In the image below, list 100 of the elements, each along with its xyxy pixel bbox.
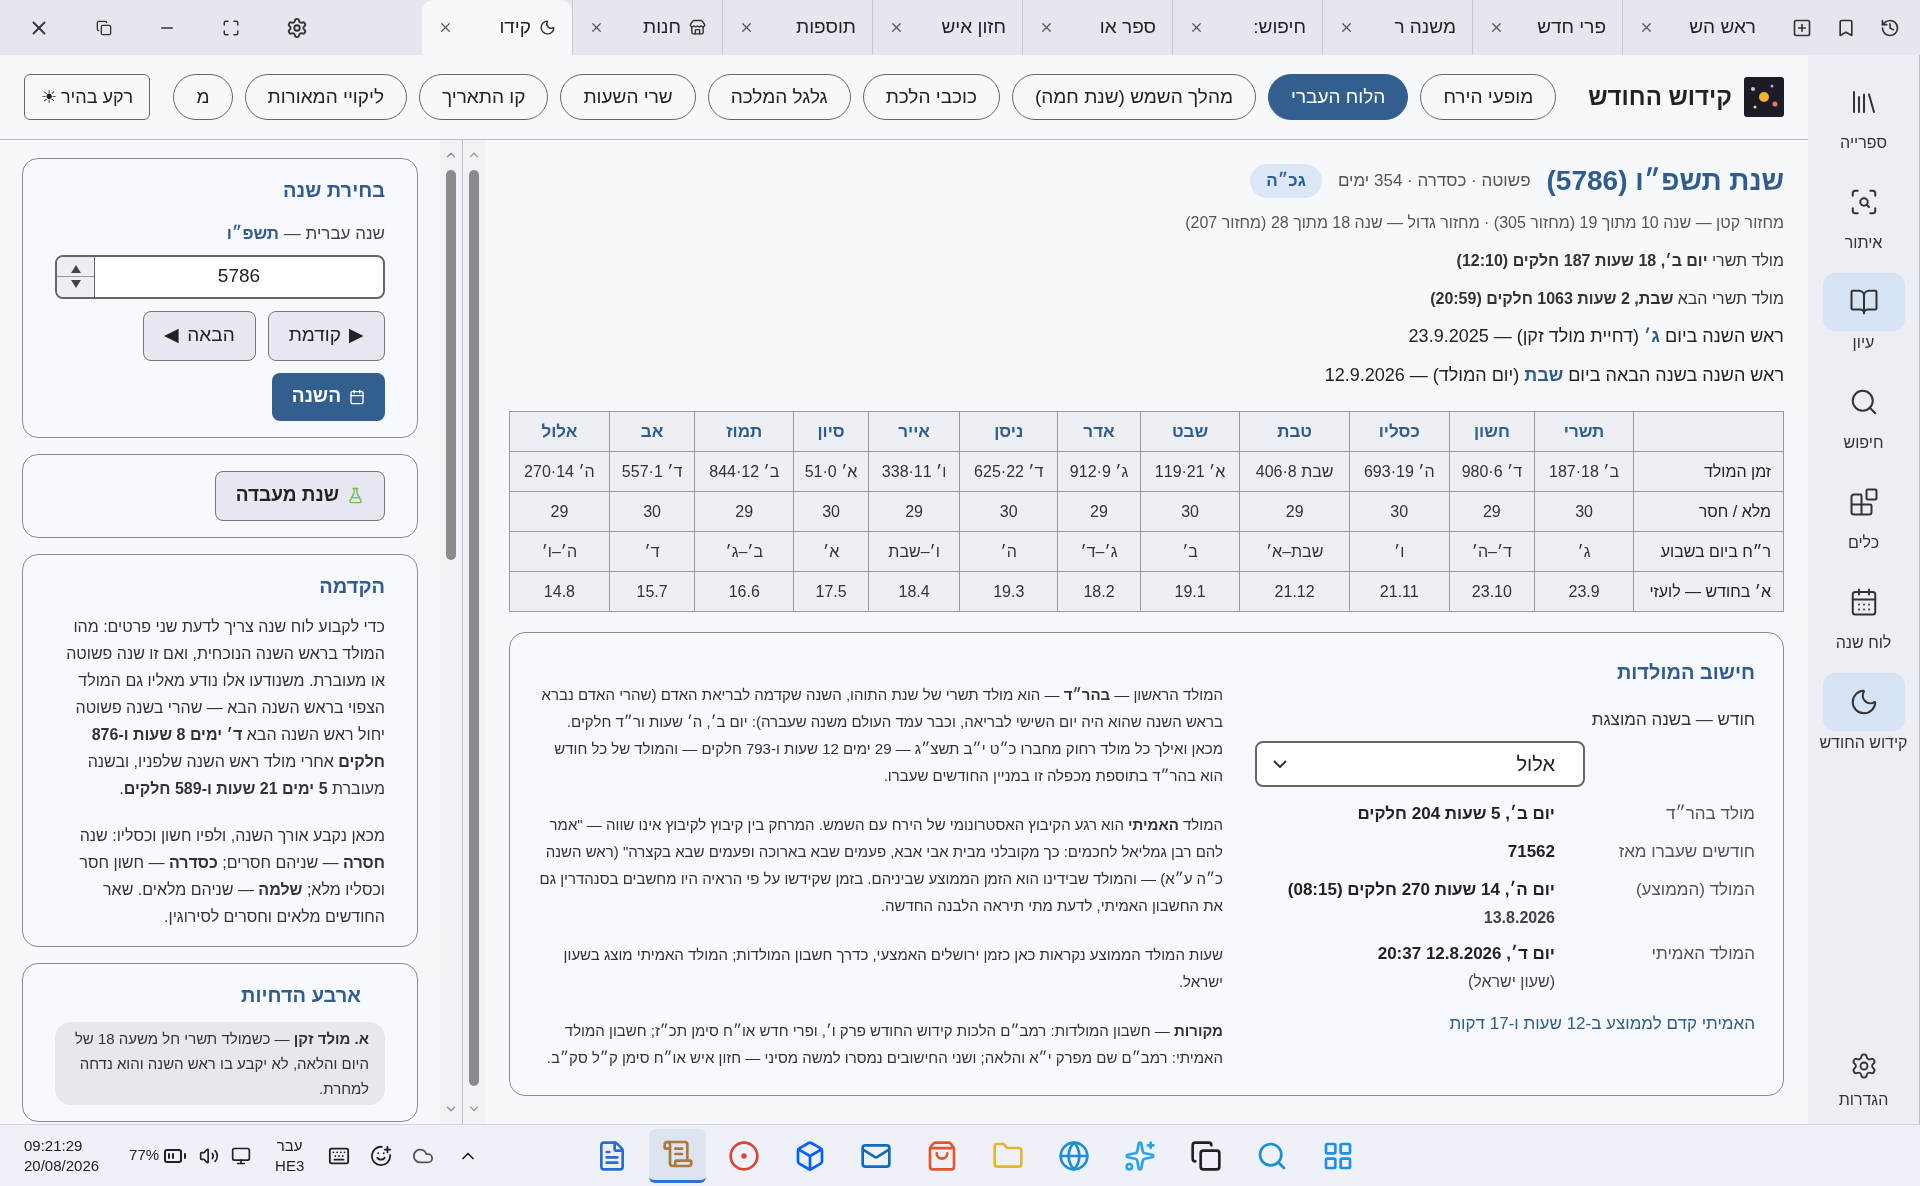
table-cell: 19.3 xyxy=(959,571,1058,612)
close-icon[interactable] xyxy=(1189,20,1204,35)
sidebar-item[interactable]: כלים xyxy=(1822,473,1905,555)
sidebar-item[interactable]: לוח שנה xyxy=(1822,573,1905,655)
previous-button[interactable]: ▶ קודמת xyxy=(267,310,385,361)
restore-icon[interactable] xyxy=(96,19,112,36)
tab-title: ספר או xyxy=(1099,15,1156,40)
table-cell: ו׳ xyxy=(1349,531,1450,572)
molad-line: מולד תשרי יום ב׳, 18 שעות 187 חלקים (12:10) xyxy=(1455,251,1784,271)
table-cell: 30 xyxy=(1140,491,1240,532)
table-cell: ד׳ 6·980 xyxy=(1449,451,1535,492)
table-cell: א׳ 0·51 xyxy=(793,451,869,492)
difference-link[interactable]: האמיתי קדם לממוצע ב-12 שעות ו-17 דקות xyxy=(1255,1010,1755,1036)
app-title: קידוש החודש xyxy=(1588,82,1732,112)
scrollbar-thumb[interactable] xyxy=(469,169,479,1087)
table-cell: ב׳ xyxy=(1140,531,1240,572)
result-label: המולד (הממוצע) xyxy=(1634,878,1755,901)
result-label: מולד בהר״ד xyxy=(1665,802,1755,825)
result-value: יום ב׳, 5 שעות 204 חלקים xyxy=(1357,802,1555,825)
keyboard-layout[interactable]: HE3 xyxy=(275,1155,305,1176)
sidebar-item[interactable]: ספרייה xyxy=(1822,73,1905,155)
tab-title: קידו xyxy=(499,15,531,40)
table-cell: 29 xyxy=(1057,491,1141,532)
result-note: (שעון ישראל) xyxy=(1467,971,1555,992)
lab-year-button[interactable]: שנת מעבדה xyxy=(214,470,385,521)
new-tab-icon[interactable] xyxy=(1792,17,1812,38)
row-header: א׳ בחודש — לועזי xyxy=(1633,571,1784,612)
solar-system-icon xyxy=(1744,77,1784,117)
store-icon xyxy=(689,19,706,36)
result-value: יום ה׳, 14 שעות 270 חלקים (08:15) xyxy=(1287,878,1555,901)
scrollbar[interactable] xyxy=(440,140,462,1124)
emoji-icon[interactable] xyxy=(370,1144,393,1167)
table-cell: 18.2 xyxy=(1057,571,1141,612)
sidebar-item[interactable]: איתור xyxy=(1822,173,1905,255)
next-button[interactable]: הבאה ◀ xyxy=(143,310,256,361)
close-icon[interactable] xyxy=(739,20,754,35)
field-label: חודש — בשנה המוצגת xyxy=(1590,709,1755,731)
chevron-down-icon xyxy=(1273,759,1287,768)
table-cell: 29 xyxy=(1239,491,1350,532)
fullscreen-icon[interactable] xyxy=(222,18,240,37)
card-title: חישוב המולדות xyxy=(1615,660,1755,685)
close-icon[interactable] xyxy=(1639,20,1654,35)
close-icon[interactable] xyxy=(1339,20,1354,35)
settings-item[interactable]: הגדרות xyxy=(1838,1052,1889,1112)
settings-icon[interactable] xyxy=(286,16,308,39)
column-header: חשון xyxy=(1449,411,1535,452)
down-arrow-icon[interactable] xyxy=(70,280,81,288)
table-cell: 30 xyxy=(959,491,1058,532)
scrollbar-thumb[interactable] xyxy=(446,170,456,560)
table-cell: 14.8 xyxy=(509,571,610,612)
open-book-icon xyxy=(1848,287,1879,317)
card-title: בחירת שנה xyxy=(282,178,385,203)
paragraph: שעות המולד הממוצע נקראות כאן כזמן ירושלים האמצעי, כדרך חשבון המולדות; המולד האמיתי מוצג בשעון ישראל. xyxy=(562,945,1223,992)
close-icon[interactable] xyxy=(889,20,904,35)
tab-title: תוספות xyxy=(796,15,856,40)
clock-time[interactable]: 09:21:29 xyxy=(24,1135,100,1156)
table-cell: א׳ xyxy=(793,531,869,572)
table-cell: ו׳ 11·338 xyxy=(868,451,960,492)
table-cell: שבת–א׳ xyxy=(1239,531,1350,572)
row-header: זמן המולד xyxy=(1633,451,1784,492)
spinner[interactable] xyxy=(57,256,95,297)
table-cell: ג׳ xyxy=(1534,531,1634,572)
table-cell: 17.5 xyxy=(793,571,869,612)
test-tube-icon xyxy=(347,487,364,504)
tab-title: פרי חדש xyxy=(1537,15,1606,40)
volume-icon[interactable] xyxy=(199,1145,220,1166)
close-icon[interactable] xyxy=(589,20,604,35)
current-year-button[interactable]: השנה xyxy=(271,372,385,421)
column-header: תמוז xyxy=(694,411,794,452)
table-cell: 16.6 xyxy=(694,571,794,612)
table-cell: ב׳–ג׳ xyxy=(694,531,794,572)
blocks-icon xyxy=(1848,487,1879,517)
theme-button[interactable]: רקע בהיר ☀ xyxy=(24,74,151,120)
paragraph: מכאן נקבע אורך השנה, ולפיו חשון וכסליו: שנה חסרה — שניהם חסרים; כסדרה — חשון חסר וכסליו מלא; שלמה — שניהם מלאים. שאר החודשים מלאים וחסרים לסירוגין. xyxy=(78,825,385,927)
table-cell: 30 xyxy=(793,491,869,532)
network-icon[interactable] xyxy=(231,1145,252,1166)
year-input[interactable]: 5786 xyxy=(55,254,385,299)
close-icon[interactable] xyxy=(1489,20,1504,35)
bookmark-icon[interactable] xyxy=(1836,17,1856,38)
month-select[interactable]: אלול xyxy=(1255,740,1585,787)
section-tab[interactable]: הלוח העברי xyxy=(1268,74,1409,120)
sidebar-item[interactable]: חיפוש xyxy=(1822,373,1905,455)
column-header: תשרי xyxy=(1534,411,1634,452)
tab-title: משנה ר xyxy=(1394,15,1456,40)
close-icon[interactable] xyxy=(1039,20,1054,35)
scrollbar[interactable] xyxy=(463,140,485,1124)
table-cell: שבת 8·406 xyxy=(1239,451,1350,492)
close-icon[interactable] xyxy=(438,20,453,35)
postponement-note: א. מולד זקן — כשמולד תשרי חל משעה 18 של היום והלאה, לא יקבע בו ראש השנה והוא נדחה למחרת. xyxy=(55,1021,385,1105)
history-icon[interactable] xyxy=(1880,17,1900,38)
language-indicator[interactable]: עבר xyxy=(276,1135,303,1156)
up-arrow-icon[interactable] xyxy=(70,265,81,273)
clock-date[interactable]: 20/08/2026 xyxy=(24,1155,100,1176)
table-cell: 29 xyxy=(509,491,610,532)
browser-tab[interactable]: קידו xyxy=(422,0,572,55)
row-header: ר״ח ביום בשבוע xyxy=(1633,531,1784,572)
table-cell: ג׳–ד׳ xyxy=(1057,531,1141,572)
table-cell: 21.12 xyxy=(1239,571,1350,612)
column-header: טבת xyxy=(1239,411,1350,452)
table-cell: ד׳ 22·625 xyxy=(959,451,1058,492)
